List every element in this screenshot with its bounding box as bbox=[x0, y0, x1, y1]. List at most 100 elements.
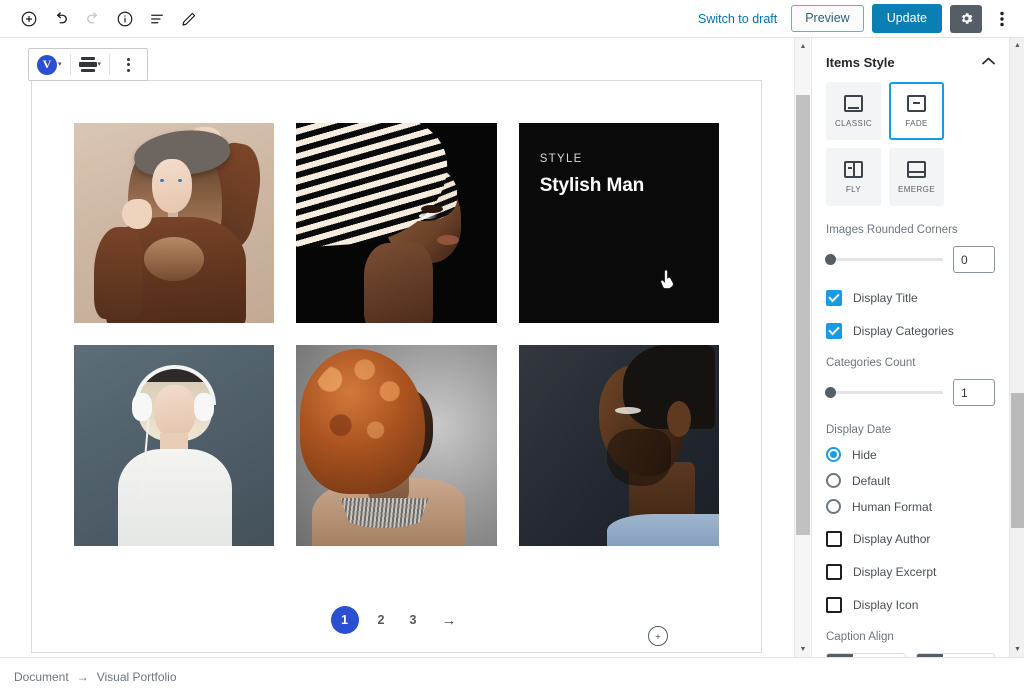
items-style-options: CLASSIC FADE FLY EMERGE bbox=[826, 82, 995, 206]
top-toolbar-right-group: Switch to draft Preview Update bbox=[692, 4, 1024, 34]
images-rounded-corners-label: Images Rounded Corners bbox=[826, 224, 995, 236]
editor-window: Switch to draft Preview Update V ▾ bbox=[0, 0, 1024, 695]
align-center-icon bbox=[79, 57, 97, 72]
portfolio-item[interactable] bbox=[296, 345, 496, 545]
editor-canvas: V ▾ ▾ bbox=[0, 38, 810, 657]
undo-icon[interactable] bbox=[46, 4, 76, 34]
radio-option-default[interactable]: Default bbox=[826, 473, 995, 488]
categories-count-field: Categories Count bbox=[826, 357, 995, 406]
block-more-options-button[interactable] bbox=[113, 49, 144, 80]
block-type-button[interactable]: V ▾ bbox=[32, 49, 67, 80]
portfolio-item[interactable] bbox=[74, 345, 274, 545]
checkbox-unchecked-icon[interactable] bbox=[826, 531, 842, 547]
radio-unselected-icon[interactable] bbox=[826, 499, 841, 514]
align-button[interactable]: ▾ bbox=[74, 49, 107, 80]
display-date-radio-group: Hide Default Human Format bbox=[826, 447, 995, 514]
radio-option-human-format[interactable]: Human Format bbox=[826, 499, 995, 514]
display-title-checkbox-row[interactable]: Display Title bbox=[826, 290, 995, 306]
top-toolbar: Switch to draft Preview Update bbox=[0, 0, 1024, 38]
mouse-cursor-pointer-icon bbox=[659, 269, 677, 291]
scroll-up-arrow-icon[interactable]: ▲ bbox=[795, 38, 811, 54]
radio-unselected-icon[interactable] bbox=[826, 473, 841, 488]
pagination-page-1[interactable]: 1 bbox=[331, 606, 359, 634]
add-block-inserter-icon[interactable] bbox=[648, 626, 668, 646]
gear-icon[interactable] bbox=[950, 5, 982, 33]
settings-sidebar: Items Style CLASSIC FADE bbox=[811, 38, 1024, 657]
portfolio-item-with-caption[interactable]: STYLE Stylish Man bbox=[519, 123, 719, 323]
portfolio-item[interactable] bbox=[296, 123, 496, 323]
list-view-icon[interactable] bbox=[142, 4, 172, 34]
portfolio-title[interactable]: Stylish Man bbox=[540, 175, 703, 197]
scroll-up-arrow-icon[interactable]: ▲ bbox=[1010, 38, 1024, 53]
update-button[interactable]: Update bbox=[872, 4, 942, 33]
canvas-scrollbar[interactable]: ▲ ▼ bbox=[794, 38, 810, 657]
radio-label: Hide bbox=[852, 448, 877, 462]
portfolio-image-1 bbox=[74, 123, 274, 323]
radio-option-hide[interactable]: Hide bbox=[826, 447, 995, 462]
portfolio-image-2 bbox=[296, 123, 496, 323]
portfolio-caption: STYLE Stylish Man bbox=[540, 153, 703, 197]
checkbox-unchecked-icon[interactable] bbox=[826, 564, 842, 580]
chevron-up-icon[interactable] bbox=[982, 57, 995, 68]
scroll-down-arrow-icon[interactable]: ▼ bbox=[795, 641, 811, 657]
portfolio-category[interactable]: STYLE bbox=[540, 153, 703, 165]
style-label: FADE bbox=[905, 119, 928, 128]
add-block-icon[interactable] bbox=[14, 4, 44, 34]
pagination-next-arrow-icon[interactable]: → bbox=[435, 611, 462, 629]
display-excerpt-label: Display Excerpt bbox=[853, 565, 936, 579]
radio-label: Default bbox=[852, 474, 890, 488]
images-rounded-corners-input[interactable] bbox=[953, 246, 995, 273]
slider-knob[interactable] bbox=[825, 254, 836, 265]
edit-pencil-icon[interactable] bbox=[174, 4, 204, 34]
sidebar-scrollbar-thumb[interactable] bbox=[1011, 393, 1024, 528]
display-icon-checkbox-row[interactable]: Display Icon bbox=[826, 597, 995, 613]
categories-count-label: Categories Count bbox=[826, 357, 995, 369]
visual-portfolio-block-icon: V bbox=[37, 55, 57, 75]
display-excerpt-checkbox-row[interactable]: Display Excerpt bbox=[826, 564, 995, 580]
canvas-scrollbar-thumb[interactable] bbox=[796, 95, 810, 535]
kebab-menu-icon[interactable] bbox=[990, 4, 1014, 34]
display-author-checkbox-row[interactable]: Display Author bbox=[826, 531, 995, 547]
redo-icon[interactable] bbox=[78, 4, 108, 34]
checkbox-checked-icon[interactable] bbox=[826, 323, 842, 339]
chevron-down-icon: ▾ bbox=[98, 61, 102, 68]
display-date-field: Display Date Hide Default Human Format bbox=[826, 424, 995, 514]
breadcrumb-visual-portfolio[interactable]: Visual Portfolio bbox=[97, 670, 177, 684]
categories-count-slider[interactable] bbox=[826, 391, 943, 394]
display-icon-label: Display Icon bbox=[853, 598, 918, 612]
kebab-menu-icon bbox=[118, 58, 139, 72]
slider-knob[interactable] bbox=[825, 387, 836, 398]
checkbox-unchecked-icon[interactable] bbox=[826, 597, 842, 613]
info-icon[interactable] bbox=[110, 4, 140, 34]
portfolio-item[interactable] bbox=[519, 345, 719, 545]
style-option-fly[interactable]: FLY bbox=[826, 148, 881, 206]
pagination-page-2[interactable]: 2 bbox=[372, 611, 391, 629]
classic-style-icon bbox=[844, 95, 863, 112]
caption-align-label: Caption Align bbox=[826, 631, 995, 643]
pagination-page-3[interactable]: 3 bbox=[404, 611, 423, 629]
style-option-classic[interactable]: CLASSIC bbox=[826, 82, 881, 140]
block-toolbar: V ▾ ▾ bbox=[28, 48, 148, 81]
images-rounded-corners-slider[interactable] bbox=[826, 258, 943, 261]
style-option-fade[interactable]: FADE bbox=[889, 82, 944, 140]
visual-portfolio-block[interactable]: STYLE Stylish Man bbox=[31, 80, 762, 653]
display-title-label: Display Title bbox=[853, 291, 918, 305]
sidebar-scrollbar[interactable]: ▲ ▼ bbox=[1009, 38, 1024, 657]
breadcrumb-document[interactable]: Document bbox=[14, 670, 69, 684]
checkbox-checked-icon[interactable] bbox=[826, 290, 842, 306]
preview-button[interactable]: Preview bbox=[791, 5, 863, 32]
radio-selected-icon[interactable] bbox=[826, 447, 841, 462]
images-rounded-corners-field: Images Rounded Corners bbox=[826, 224, 995, 273]
block-options-group bbox=[110, 49, 147, 80]
style-option-emerge[interactable]: EMERGE bbox=[889, 148, 944, 206]
portfolio-item[interactable] bbox=[74, 123, 274, 323]
switch-to-draft-link[interactable]: Switch to draft bbox=[692, 12, 783, 26]
status-bar: Document → Visual Portfolio bbox=[0, 657, 1024, 695]
fly-style-icon bbox=[844, 161, 863, 178]
categories-count-input[interactable] bbox=[953, 379, 995, 406]
display-author-label: Display Author bbox=[853, 532, 930, 546]
display-categories-checkbox-row[interactable]: Display Categories bbox=[826, 323, 995, 339]
portfolio-image-6 bbox=[519, 345, 719, 545]
scroll-down-arrow-icon[interactable]: ▼ bbox=[1010, 642, 1024, 657]
items-style-panel-header[interactable]: Items Style bbox=[826, 38, 995, 82]
